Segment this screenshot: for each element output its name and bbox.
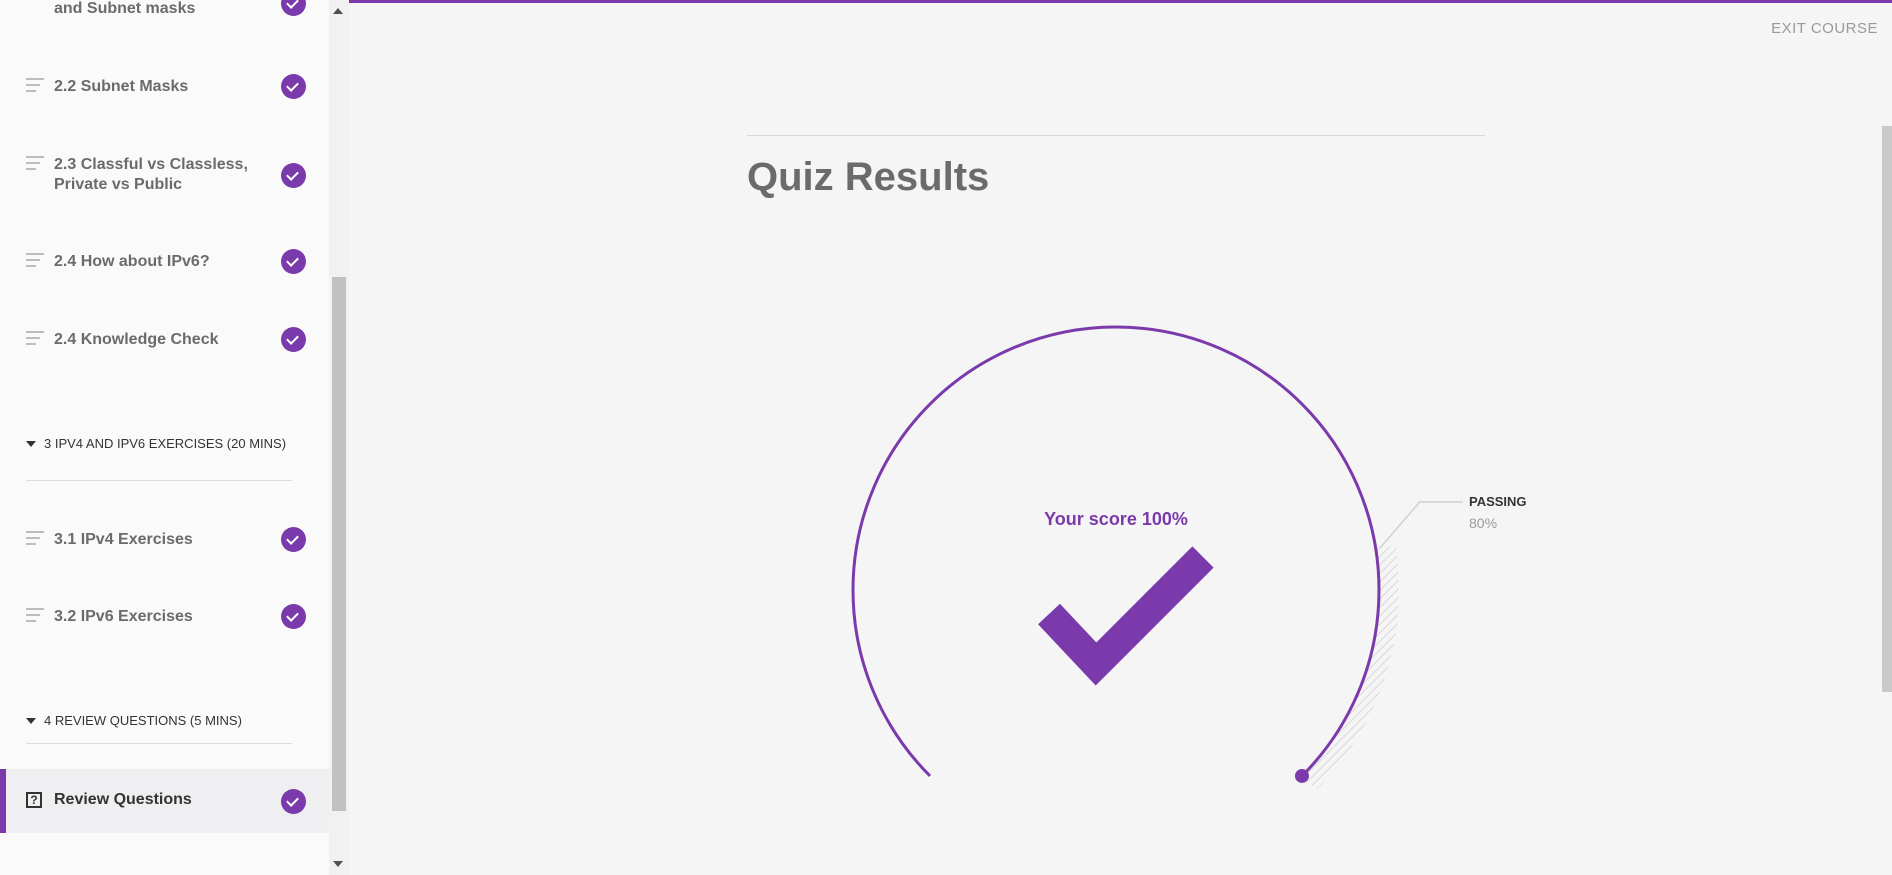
lesson-label: 2.3 Classful vs Classless, Private vs Pu… — [54, 156, 248, 193]
scroll-down-arrow-icon[interactable] — [333, 861, 343, 867]
completed-check-icon — [281, 249, 306, 274]
lesson-label: 2.4 How about IPv6? — [54, 253, 210, 270]
score-gauge: Your score 100% PASSING 80% — [851, 325, 1527, 791]
completed-check-icon — [281, 163, 306, 188]
completed-check-icon — [281, 527, 306, 552]
lesson-lines-icon — [26, 608, 44, 622]
lesson-label: Review Questions — [54, 791, 192, 808]
lesson-label: 3.2 IPv6 Exercises — [54, 608, 193, 625]
chevron-down-icon — [26, 718, 36, 724]
lesson-label: and Subnet masks — [54, 0, 196, 17]
lesson-lines-icon — [26, 78, 44, 92]
question-box-icon: ? — [26, 792, 42, 808]
completed-check-icon — [281, 0, 306, 16]
passing-zone — [1301, 545, 1399, 791]
section-title: 4 REVIEW QUESTIONS (5 MINS) — [44, 713, 242, 728]
lesson-label: 2.2 Subnet Masks — [54, 78, 189, 95]
score-end-dot — [1294, 768, 1309, 783]
completed-check-icon — [281, 789, 306, 814]
chevron-down-icon — [26, 441, 36, 447]
completed-check-icon — [281, 604, 306, 629]
quiz-results-panel: EXIT COURSE Quiz Results Your score 100%… — [349, 0, 1892, 875]
scroll-up-arrow-icon[interactable] — [333, 8, 343, 14]
active-lesson-item[interactable]: ? Review Questions — [0, 769, 329, 833]
passing-value: 80% — [1469, 515, 1497, 531]
lesson-lines-icon — [26, 531, 44, 545]
section-header[interactable]: 4 REVIEW QUESTIONS (5 MINS) — [26, 712, 292, 744]
passing-label: PASSING — [1469, 494, 1527, 509]
completed-check-icon — [281, 74, 306, 99]
completed-check-icon — [281, 327, 306, 352]
sidebar-scroll-thumb[interactable] — [332, 277, 346, 811]
active-indicator — [0, 769, 6, 833]
lesson-label: 2.4 Knowledge Check — [54, 331, 219, 348]
lesson-lines-icon — [26, 331, 44, 345]
section-title: 3 IPV4 AND IPV6 EXERCISES (20 MINS) — [44, 436, 287, 451]
passing-leader-line — [1379, 501, 1463, 549]
lesson-lines-icon — [26, 156, 44, 170]
score-arc — [851, 325, 1381, 778]
section-header[interactable]: 3 IPV4 AND IPV6 EXERCISES (20 MINS) — [26, 435, 292, 481]
lesson-label: 3.1 IPv4 Exercises — [54, 531, 193, 548]
lesson-lines-icon — [26, 253, 44, 267]
big-check-icon — [1038, 546, 1214, 686]
course-sidebar: and Subnet masks 2.2 Subnet Masks 2.3 Cl… — [0, 0, 329, 875]
score-text: Your score 100% — [1044, 509, 1188, 529]
